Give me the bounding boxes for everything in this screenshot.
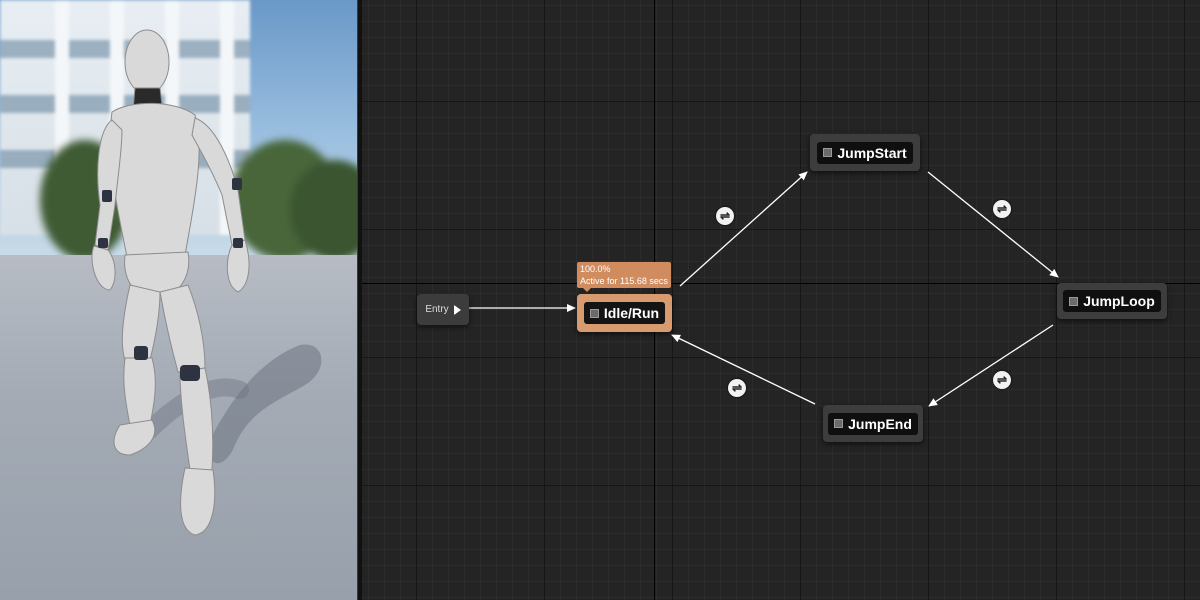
state-label: Idle/Run bbox=[603, 305, 660, 321]
state-machine-graph[interactable]: Entry 100.0% Active for 115.68 secs Idle… bbox=[362, 0, 1200, 600]
transition-rule-icon[interactable]: ⇌ bbox=[993, 371, 1011, 389]
state-icon bbox=[834, 419, 844, 428]
entry-node[interactable]: Entry bbox=[417, 294, 469, 325]
state-weight: 100.0% bbox=[580, 264, 611, 274]
active-state-tooltip: 100.0% Active for 115.68 secs bbox=[577, 262, 671, 292]
wire-jump-start-to-jump-loop[interactable] bbox=[927, 171, 1059, 278]
wire-idle-run-to-jump-start[interactable] bbox=[679, 171, 808, 287]
state-node-jump-end[interactable]: JumpEnd bbox=[823, 405, 923, 442]
transition-rule-icon[interactable]: ⇌ bbox=[993, 200, 1011, 218]
state-icon bbox=[823, 148, 833, 157]
exec-pin-icon[interactable] bbox=[453, 304, 461, 315]
state-icon bbox=[589, 308, 599, 318]
state-label: JumpLoop bbox=[1083, 293, 1155, 309]
transition-rule-icon[interactable]: ⇌ bbox=[716, 207, 734, 225]
state-label: JumpStart bbox=[837, 144, 907, 161]
entry-label: Entry bbox=[425, 304, 449, 315]
transition-rule-icon[interactable]: ⇌ bbox=[728, 379, 746, 397]
state-node-jump-start[interactable]: JumpStart bbox=[810, 134, 920, 171]
wire-jump-loop-to-jump-end[interactable] bbox=[928, 324, 1054, 407]
state-node-jump-loop[interactable]: JumpLoop bbox=[1057, 283, 1167, 319]
state-label: JumpEnd bbox=[848, 415, 912, 432]
mannequin-character bbox=[91, 29, 322, 536]
state-active-time: Active for 115.68 secs bbox=[580, 276, 668, 286]
viewport-preview[interactable] bbox=[0, 0, 357, 600]
state-node-idle-run[interactable]: Idle/Run bbox=[577, 294, 672, 332]
state-icon bbox=[1069, 296, 1079, 306]
